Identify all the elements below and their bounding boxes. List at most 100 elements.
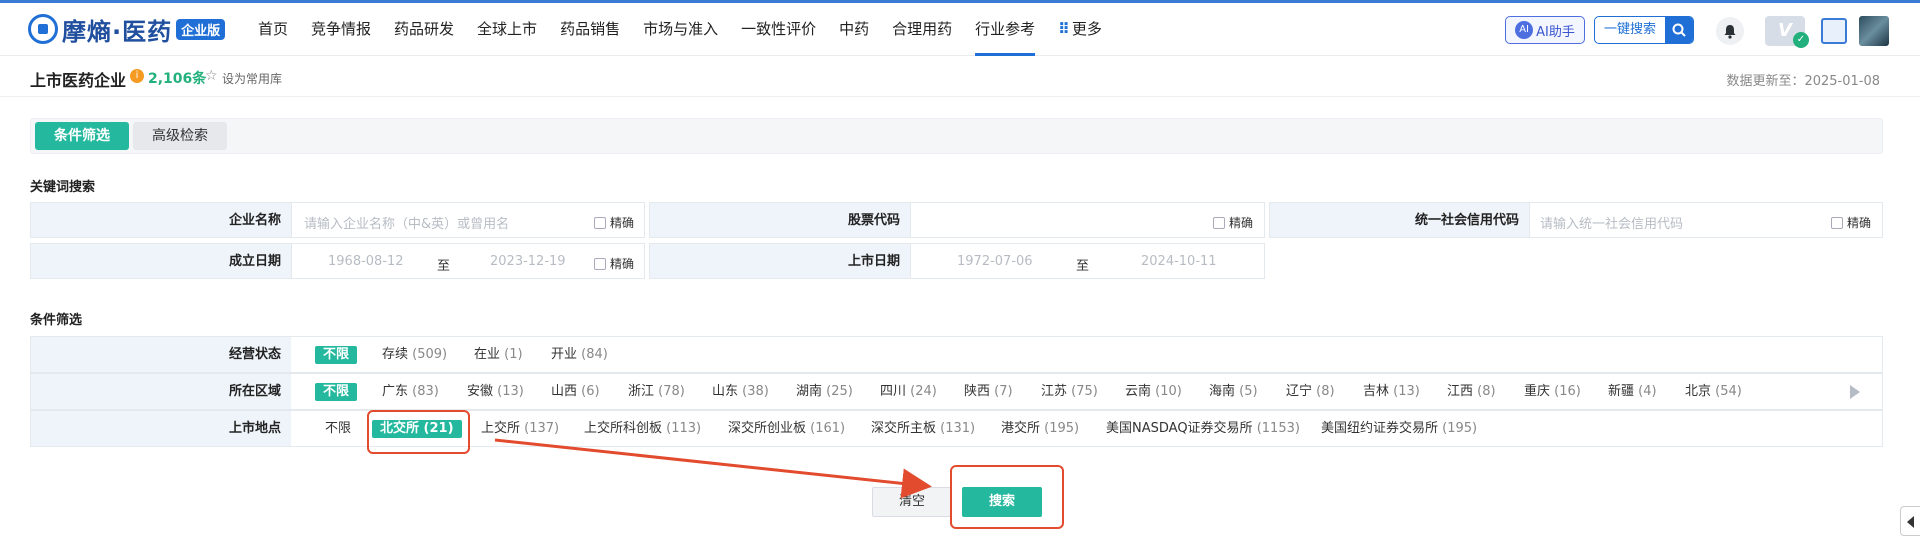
data-update-date: 数据更新至：2025-01-08 — [1726, 74, 1880, 89]
checkbox-icon — [1213, 216, 1225, 229]
found-date-to-label: 至 — [437, 259, 451, 274]
credit-code-field[interactable]: 请输入统一社会信用代码 精确 — [1529, 202, 1883, 238]
logo-icon — [28, 14, 58, 44]
exchange-option[interactable]: 深交所创业板 (161) — [728, 420, 845, 438]
company-name-field[interactable]: 请输入企业名称（中&英）或曾用名 精确 — [291, 202, 645, 238]
region-option[interactable]: 新疆 (4) — [1608, 383, 1657, 401]
status-option[interactable]: 在业 (1) — [474, 346, 523, 364]
vip-icon[interactable]: V ✓ — [1765, 16, 1809, 48]
exchange-option[interactable]: 港交所 (195) — [1001, 420, 1079, 438]
company-name-exact-checkbox[interactable]: 精确 — [594, 214, 634, 231]
quick-search-button[interactable]: 一键搜索 — [1594, 16, 1694, 44]
region-option[interactable]: 江苏 (75) — [1041, 383, 1098, 401]
quick-search-label: 一键搜索 — [1603, 22, 1656, 37]
tab-condition-filter[interactable]: 条件筛选 — [35, 122, 129, 150]
status-filter-label: 经营状态 — [31, 337, 291, 372]
region-option[interactable]: 不限 — [315, 383, 358, 401]
check-icon: ✓ — [1793, 32, 1809, 48]
region-option[interactable]: 山西 (6) — [551, 383, 600, 401]
scroll-right-icon[interactable] — [1850, 385, 1860, 399]
exact-label: 精确 — [1229, 216, 1254, 230]
stock-code-exact-checkbox[interactable]: 精确 — [1213, 214, 1253, 231]
nav-item-industry[interactable]: 行业参考 — [975, 3, 1036, 56]
avatar[interactable] — [1859, 16, 1889, 46]
exchange-filter-row: 上市地点 不限 北交所 (21) 上交所 (137) 上交所科创板 (113) … — [30, 410, 1883, 447]
checkbox-icon — [594, 257, 606, 270]
exchange-filter-label: 上市地点 — [31, 411, 291, 446]
listing-date-label: 上市日期 — [649, 243, 910, 279]
company-name-label: 企业名称 — [30, 202, 291, 238]
exchange-option[interactable]: 深交所主板 (131) — [871, 420, 975, 438]
status-filter-row: 经营状态 不限 存续 (509) 在业 (1) 开业 (84) — [30, 336, 1883, 373]
nav-item-rational[interactable]: 合理用药 — [892, 3, 952, 56]
region-option[interactable]: 辽宁 (8) — [1286, 383, 1335, 401]
credit-code-placeholder: 请输入统一社会信用代码 — [1540, 217, 1684, 232]
listing-date-to-label: 至 — [1076, 259, 1090, 274]
filter-section-title: 条件筛选 — [30, 313, 83, 328]
region-option[interactable]: 重庆 (16) — [1524, 383, 1581, 401]
exchange-option[interactable]: 上交所 (137) — [481, 420, 559, 438]
region-option[interactable]: 海南 (5) — [1209, 383, 1258, 401]
found-date-range[interactable]: 1968-08-12 至 2023-12-19 精确 — [291, 243, 645, 279]
bell-icon[interactable] — [1716, 17, 1744, 45]
credit-code-exact-checkbox[interactable]: 精确 — [1831, 214, 1871, 231]
region-option[interactable]: 北京 (54) — [1685, 383, 1742, 401]
info-icon[interactable]: i — [130, 69, 144, 83]
exchange-option[interactable]: 上交所科创板 (113) — [584, 420, 701, 438]
logo-text: 摩熵·医药 — [62, 17, 173, 46]
exact-label: 精确 — [610, 216, 635, 230]
star-icon[interactable]: ☆ — [205, 68, 218, 84]
found-date-exact-checkbox[interactable]: 精确 — [594, 255, 634, 272]
clear-button[interactable]: 清空 — [872, 487, 952, 517]
region-option[interactable]: 云南 (10) — [1125, 383, 1182, 401]
nav-item-more[interactable]: ⠿ 更多 — [1058, 3, 1102, 56]
region-option[interactable]: 广东 (83) — [382, 383, 439, 401]
region-option[interactable]: 江西 (8) — [1447, 383, 1496, 401]
region-option[interactable]: 安徽 (13) — [467, 383, 524, 401]
nav-item-consistency[interactable]: 一致性评价 — [741, 3, 816, 56]
nav-item-sales[interactable]: 药品销售 — [560, 3, 620, 56]
region-option[interactable]: 陕西 (7) — [964, 383, 1013, 401]
nav-item-rnd[interactable]: 药品研发 — [394, 3, 454, 56]
found-date-from[interactable]: 1968-08-12 — [328, 254, 404, 269]
region-option[interactable]: 山东 (38) — [712, 383, 769, 401]
nav-item-home[interactable]: 首页 — [258, 3, 288, 56]
exchange-option[interactable]: 美国NASDAQ证券交易所 (1153) — [1106, 420, 1300, 438]
exact-label: 精确 — [1847, 216, 1872, 230]
region-option[interactable]: 吉林 (13) — [1363, 383, 1420, 401]
page-title: 上市医药企业 — [30, 71, 127, 90]
region-option[interactable]: 浙江 (78) — [628, 383, 685, 401]
stock-code-field[interactable]: 精确 — [910, 202, 1265, 238]
nav-item-competition[interactable]: 竞争情报 — [311, 3, 371, 56]
page-header: 上市医药企业 i 2,106条 ☆ 设为常用库 数据更新至：2025-01-08 — [0, 57, 1920, 97]
exact-label: 精确 — [610, 257, 635, 271]
found-date-to[interactable]: 2023-12-19 — [490, 254, 566, 269]
stock-code-label: 股票代码 — [649, 202, 910, 238]
region-option[interactable]: 四川 (24) — [880, 383, 937, 401]
edition-badge: 企业版 — [176, 18, 226, 40]
listing-date-from[interactable]: 1972-07-06 — [957, 254, 1033, 269]
found-date-label: 成立日期 — [30, 243, 291, 279]
ai-assistant-button[interactable]: AI AI助手 — [1505, 16, 1585, 44]
nav-item-market[interactable]: 市场与准入 — [643, 3, 718, 56]
exchange-option[interactable]: 不限 — [325, 420, 351, 438]
status-option[interactable]: 不限 — [315, 346, 358, 364]
collapse-panel-icon[interactable] — [1900, 506, 1920, 536]
highlight-box-exchange — [367, 410, 470, 454]
tab-advanced-search[interactable]: 高级检索 — [133, 122, 227, 150]
exchange-option[interactable]: 美国纽约证券交易所 (195) — [1321, 420, 1477, 438]
nav-item-global[interactable]: 全球上市 — [477, 3, 537, 56]
ai-assistant-label: AI助手 — [1536, 24, 1575, 40]
region-filter-row: 所在区域 不限 广东 (83) 安徽 (13) 山西 (6) 浙江 (78) 山… — [30, 373, 1883, 410]
listing-date-range[interactable]: 1972-07-06 至 2024-10-11 — [910, 243, 1265, 279]
set-favorite-link[interactable]: 设为常用库 — [222, 70, 282, 87]
top-navigation-bar: 摩熵·医药 企业版 首页 竞争情报 药品研发 全球上市 药品销售 市场与准入 一… — [0, 0, 1920, 56]
status-option[interactable]: 存续 (509) — [382, 346, 447, 364]
search-icon — [1665, 17, 1693, 43]
status-option[interactable]: 开业 (84) — [551, 346, 608, 364]
book-icon[interactable] — [1821, 18, 1847, 44]
listing-date-to[interactable]: 2024-10-11 — [1141, 254, 1217, 269]
region-option[interactable]: 湖南 (25) — [796, 383, 853, 401]
logo[interactable]: 摩熵·医药 企业版 — [28, 12, 226, 46]
nav-item-tcm[interactable]: 中药 — [839, 3, 869, 56]
